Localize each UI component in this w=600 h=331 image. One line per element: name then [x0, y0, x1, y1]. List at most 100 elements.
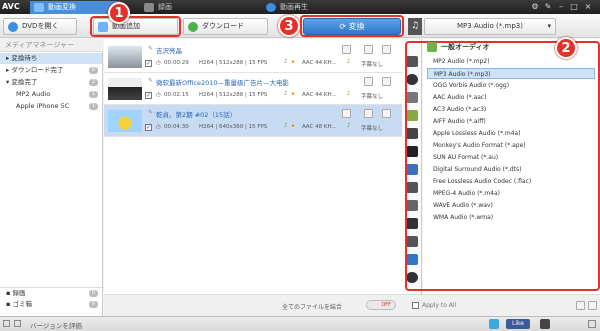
video-thumbnail	[108, 78, 142, 100]
music-format-icon: ♫	[408, 18, 422, 35]
format-item[interactable]: Digital Surround Audio (*.dts)	[427, 164, 595, 175]
effects-icon[interactable]	[364, 45, 373, 54]
file-audio-info: AAC 48 KH...	[302, 124, 337, 130]
file-name[interactable]: 乾貞。第2期 #02（15話）	[156, 109, 236, 119]
merge-toggle[interactable]: OFF	[366, 300, 396, 310]
toolbar: DVDを開く 動画追加 1 ダウンロード 3 ⟳ 変換 ♫ MP3 Audio …	[0, 2, 600, 38]
edit-profile-icon[interactable]	[576, 301, 585, 310]
file-name[interactable]: 微软最新Office2010—重量级广告片—大电影	[156, 77, 289, 87]
edit-pencil-icon[interactable]: ✎	[148, 109, 153, 116]
sidebar-item-label: ダウンロード完了	[11, 66, 64, 74]
cut-icon[interactable]	[342, 45, 351, 54]
format-item[interactable]: MPEG-4 Audio (*.m4a)	[427, 188, 595, 199]
format-item[interactable]: Monkey's Audio Format (*.ape)	[427, 140, 595, 151]
tab-convert[interactable]: 動画変換	[30, 1, 120, 14]
file-name[interactable]: 吉沢亮晶	[156, 45, 182, 55]
tab-convert-label: 動画変換	[48, 3, 76, 11]
download-icon	[188, 22, 198, 32]
audio-category-icon	[427, 42, 437, 52]
format-list-panel: 2 一般オーディオ MP2 Audio (*.mp2) MP3 Audio (*…	[405, 37, 600, 294]
file-subtitle[interactable]: 字幕なし	[361, 60, 383, 68]
wrench-icon[interactable]	[382, 77, 391, 86]
sidebar-item-downloaded[interactable]: ▸ ダウンロード完了 0	[0, 65, 102, 76]
app-logo: AVC	[2, 2, 20, 11]
close-icon[interactable]: ×	[583, 2, 593, 12]
format-item[interactable]: Free Lossless Audio Codec (.flac)	[427, 176, 595, 187]
settings-icon[interactable]: ⚙	[530, 2, 540, 12]
edit-pencil-icon[interactable]: ✎	[148, 45, 153, 52]
file-row[interactable]: ✎ 微软最新Office2010—重量级广告片—大电影 ✓ ◷ 00:02:15…	[104, 73, 402, 105]
format-item[interactable]: WMA Audio (*.wma)	[427, 212, 595, 223]
format-item-label: MPEG-4 Audio (*.m4a)	[433, 190, 501, 197]
title-bar: AVC 動画変換 録画 動画再生 ⚙ ✎ – □ ×	[0, 0, 600, 14]
edit-pencil-icon[interactable]: ✎	[148, 77, 153, 84]
convert-button[interactable]: ⟳ 変換	[303, 18, 401, 35]
add-video-button[interactable]: 動画追加	[93, 18, 178, 35]
file-row[interactable]: ✎ 吉沢亮晶 ✓ ◷ 00:00:29 H264 | 512x288 | 15 …	[104, 41, 402, 73]
sidebar-item-pending[interactable]: ▸ 変換待ち	[0, 53, 102, 64]
format-item[interactable]: SUN AU Format (*.au)	[427, 152, 595, 163]
video-thumbnail	[108, 110, 142, 132]
effects-icon[interactable]	[364, 77, 373, 86]
file-checkbox[interactable]: ✓	[145, 92, 152, 99]
clock-icon: ◷	[156, 92, 161, 98]
file-video-info: H264 | 512x288 | 15 FPS	[199, 92, 268, 98]
wrench-icon[interactable]	[382, 109, 391, 118]
wrench-icon[interactable]	[382, 45, 391, 54]
audio-note-icon: ♪	[284, 123, 288, 129]
file-duration: 00:04:30	[164, 124, 189, 130]
format-item[interactable]: AAC Audio (*.aac)	[427, 92, 595, 103]
file-subtitle[interactable]: 字幕なし	[361, 124, 383, 132]
format-item[interactable]: Apple Lossless Audio (*.m4a)	[427, 128, 595, 139]
effects-icon[interactable]	[364, 109, 373, 118]
format-item[interactable]: WAVE Audio (*.wav)	[427, 200, 595, 211]
apply-all-checkbox[interactable]	[412, 302, 419, 309]
sidebar-item-trash[interactable]: ▪ ゴミ箱 0	[0, 299, 102, 310]
tab-record[interactable]: 録画	[140, 1, 230, 14]
disc-icon	[8, 22, 18, 32]
count-badge: 2	[89, 79, 98, 86]
sidebar-item-label: 変換完了	[11, 78, 38, 86]
sidebar-item-label: Apple iPhone 5C	[16, 102, 70, 110]
file-duration: 00:02:15	[164, 92, 189, 98]
maximize-icon[interactable]: □	[569, 2, 579, 12]
file-subtitle[interactable]: 字幕なし	[361, 92, 383, 100]
skin-icon[interactable]: ✎	[543, 2, 553, 12]
format-item-label: Free Lossless Audio Codec (.flac)	[433, 178, 532, 185]
file-checkbox[interactable]: ✓	[145, 124, 152, 131]
rate-version-link[interactable]: バージョンを評価	[30, 320, 82, 330]
collapse-icon[interactable]	[14, 320, 21, 327]
sidebar-item-converted[interactable]: ▾ 変換完了 2	[0, 77, 102, 88]
format-item-selected[interactable]: MP3 Audio (*.mp3)	[427, 68, 595, 79]
format-item-label: OGG Vorbis Audio (*.ogg)	[433, 82, 510, 89]
format-item[interactable]: AC3 Audio (*.ac3)	[427, 104, 595, 115]
twitter-icon[interactable]	[489, 319, 499, 329]
file-checkbox[interactable]: ✓	[145, 60, 152, 67]
file-list: ✎ 吉沢亮晶 ✓ ◷ 00:00:29 H264 | 512x288 | 15 …	[104, 39, 402, 294]
minimize-icon[interactable]: –	[556, 2, 566, 12]
file-row[interactable]: ✎ 乾貞。第2期 #02（15話） ✓ ◷ 00:04:30 H264 | 64…	[104, 105, 402, 137]
sidebar-item-iphone[interactable]: Apple iPhone 5C 1	[0, 101, 102, 112]
format-item[interactable]: OGG Vorbis Audio (*.ogg)	[427, 80, 595, 91]
open-dvd-label: DVDを開く	[22, 22, 59, 30]
apply-all-bar: Apply to All	[402, 294, 600, 316]
status-bar: バージョンを評価 Like	[0, 316, 600, 331]
format-item[interactable]: AIFF Audio (*.aiff)	[427, 116, 595, 127]
download-button[interactable]: ダウンロード	[183, 18, 268, 35]
sidebar-item-recordings[interactable]: ▪ 録画 0	[0, 287, 102, 298]
file-audio-info: AAC 44 KH...	[302, 60, 337, 66]
facebook-like-button[interactable]: Like	[506, 319, 530, 329]
tab-play[interactable]: 動画再生	[262, 1, 362, 14]
step-badge-1: 1	[108, 2, 130, 24]
format-select-label: MP3 Audio (*.mp3)	[457, 22, 523, 30]
subtitle-icon: ♪	[347, 59, 351, 65]
expand-icon[interactable]	[3, 320, 10, 327]
open-dvd-button[interactable]: DVDを開く	[3, 18, 77, 35]
cut-icon[interactable]	[342, 109, 351, 118]
sidebar-item-mp2[interactable]: MP2 Audio 1	[0, 89, 102, 100]
youtube-icon[interactable]	[540, 319, 550, 329]
delete-profile-icon[interactable]	[588, 301, 597, 310]
format-select[interactable]: MP3 Audio (*.mp3) ▾	[424, 18, 556, 35]
format-item[interactable]: MP2 Audio (*.mp2)	[427, 56, 595, 67]
format-item-label: AAC Audio (*.aac)	[433, 94, 487, 101]
